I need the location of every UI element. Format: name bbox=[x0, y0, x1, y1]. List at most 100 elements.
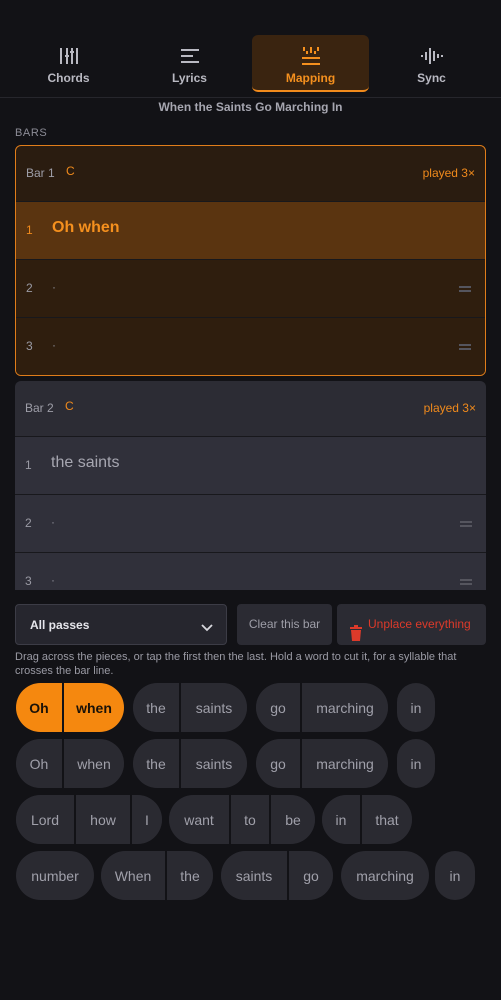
unplace-everything-button[interactable]: Unplace everything bbox=[337, 604, 486, 645]
word-group[interactable]: number bbox=[16, 851, 94, 900]
word-group[interactable]: When the bbox=[101, 851, 213, 900]
chevron-down-icon bbox=[200, 619, 214, 637]
bar-card[interactable]: Bar 2 C played 3× 1 the saints 2 · 3 · bbox=[15, 381, 486, 590]
word-group[interactable]: saints go bbox=[221, 851, 333, 900]
pass-select-value: All passes bbox=[30, 618, 90, 632]
tab-label: Lyrics bbox=[172, 71, 207, 85]
word-piece[interactable]: in bbox=[322, 795, 360, 844]
word-group[interactable]: go marching bbox=[256, 739, 388, 788]
drag-handle-icon[interactable] bbox=[460, 521, 472, 527]
bar-played-count: played 3× bbox=[423, 401, 476, 415]
sync-icon bbox=[420, 43, 444, 69]
word-piece[interactable]: when bbox=[62, 739, 124, 788]
clear-bar-button[interactable]: Clear this bar bbox=[237, 604, 332, 645]
row-number: 2 bbox=[25, 516, 32, 530]
word-group[interactable]: the saints bbox=[133, 739, 247, 788]
tab-bar: Chords Lyrics Mapping Sync bbox=[0, 0, 501, 98]
word-group[interactable]: in bbox=[435, 851, 475, 900]
tab-lyrics[interactable]: Lyrics bbox=[131, 35, 248, 92]
row-number: 1 bbox=[26, 223, 33, 237]
word-piece[interactable]: that bbox=[360, 795, 412, 844]
word-piece[interactable]: go bbox=[256, 739, 300, 788]
word-piece[interactable]: the bbox=[133, 683, 179, 732]
unplace-label: Unplace everything bbox=[368, 617, 471, 631]
row-number: 3 bbox=[26, 339, 33, 353]
drag-handle-icon[interactable] bbox=[459, 286, 471, 292]
word-piece[interactable]: Oh bbox=[16, 683, 62, 732]
bar-row[interactable]: 2 · bbox=[15, 494, 486, 552]
word-group[interactable]: in bbox=[397, 683, 435, 732]
word-piece[interactable]: When bbox=[101, 851, 165, 900]
word-group[interactable]: go marching bbox=[256, 683, 388, 732]
word-group[interactable]: in bbox=[397, 739, 435, 788]
word-piece[interactable]: want bbox=[169, 795, 229, 844]
word-group[interactable]: marching bbox=[341, 851, 429, 900]
row-number: 2 bbox=[26, 281, 33, 295]
mapping-controls: All passes Clear this bar Unplace everyt… bbox=[15, 604, 486, 645]
tab-label: Chords bbox=[47, 71, 90, 85]
mapping-icon bbox=[300, 43, 322, 69]
tab-label: Sync bbox=[417, 71, 446, 85]
word-piece[interactable]: the bbox=[165, 851, 213, 900]
bar-chord: C bbox=[65, 399, 74, 413]
bar-row[interactable]: 3 · bbox=[15, 552, 486, 590]
word-piece[interactable]: how bbox=[74, 795, 130, 844]
bar-row[interactable]: 1 the saints bbox=[15, 436, 486, 494]
word-piece[interactable]: marching bbox=[341, 851, 429, 900]
bar-header: Bar 1 C played 3× bbox=[16, 146, 485, 201]
word-piece[interactable]: in bbox=[435, 851, 475, 900]
word-group[interactable]: the saints bbox=[133, 683, 247, 732]
chords-icon bbox=[58, 43, 80, 69]
bar-header: Bar 2 C played 3× bbox=[15, 381, 486, 436]
bars-section-label: BARS bbox=[15, 127, 48, 139]
tab-sync[interactable]: Sync bbox=[373, 35, 490, 92]
word-piece[interactable]: when bbox=[62, 683, 124, 732]
tab-chords[interactable]: Chords bbox=[10, 35, 127, 92]
drag-handle-icon[interactable] bbox=[459, 344, 471, 350]
word-piece[interactable]: in bbox=[397, 683, 435, 732]
word-group[interactable]: Oh when bbox=[16, 739, 124, 788]
pass-select[interactable]: All passes bbox=[15, 604, 227, 645]
row-number: 1 bbox=[25, 458, 32, 472]
bar-row[interactable]: 2 · bbox=[16, 259, 485, 317]
tab-mapping[interactable]: Mapping bbox=[252, 35, 369, 92]
row-lyric: Oh when bbox=[52, 219, 120, 236]
bar-name: Bar 1 bbox=[26, 166, 55, 180]
word-piece[interactable]: marching bbox=[300, 683, 388, 732]
word-piece[interactable]: saints bbox=[179, 739, 247, 788]
row-lyric: · bbox=[52, 280, 56, 294]
bar-chord: C bbox=[66, 164, 75, 178]
word-group[interactable]: in that bbox=[322, 795, 412, 844]
drag-handle-icon[interactable] bbox=[460, 579, 472, 585]
word-piece[interactable]: Lord bbox=[16, 795, 74, 844]
row-lyric: · bbox=[52, 338, 56, 352]
word-piece[interactable]: marching bbox=[300, 739, 388, 788]
word-piece[interactable]: Oh bbox=[16, 739, 62, 788]
word-piece[interactable]: the bbox=[133, 739, 179, 788]
word-piece[interactable]: saints bbox=[179, 683, 247, 732]
row-lyric: the saints bbox=[51, 454, 120, 471]
bar-played-count: played 3× bbox=[422, 166, 475, 180]
word-piece[interactable]: number bbox=[16, 851, 94, 900]
bar-card[interactable]: Bar 1 C played 3× 1 Oh when 2 · 3 · bbox=[15, 145, 486, 376]
word-piece[interactable]: in bbox=[397, 739, 435, 788]
word-piece[interactable]: go bbox=[287, 851, 333, 900]
row-number: 3 bbox=[25, 574, 32, 588]
row-lyric: · bbox=[51, 573, 55, 587]
word-piece[interactable]: be bbox=[269, 795, 315, 844]
word-group[interactable]: Oh when bbox=[16, 683, 124, 732]
word-piece[interactable]: go bbox=[256, 683, 300, 732]
word-group[interactable]: Lord how I bbox=[16, 795, 162, 844]
word-piece[interactable]: to bbox=[229, 795, 269, 844]
row-lyric: · bbox=[51, 515, 55, 529]
tab-label: Mapping bbox=[285, 71, 336, 85]
word-piece[interactable]: saints bbox=[221, 851, 287, 900]
bars-list[interactable]: Bar 1 C played 3× 1 Oh when 2 · 3 · Bar … bbox=[0, 145, 501, 590]
word-piece[interactable]: I bbox=[130, 795, 162, 844]
word-group[interactable]: want to be bbox=[169, 795, 315, 844]
lyrics-icon bbox=[179, 43, 201, 69]
bar-row[interactable]: 3 · bbox=[16, 317, 485, 375]
help-text: Drag across the pieces, or tap the first… bbox=[15, 651, 457, 677]
bar-name: Bar 2 bbox=[25, 401, 54, 415]
bar-row[interactable]: 1 Oh when bbox=[16, 201, 485, 259]
